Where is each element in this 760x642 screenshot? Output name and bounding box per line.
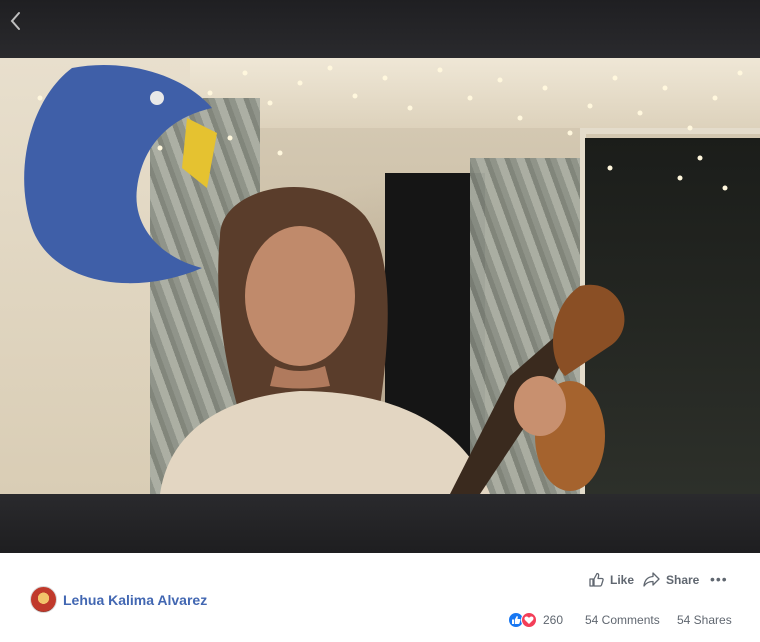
post-footer: Lehua Kalima Alvarez Like Share ••• 260 …	[0, 553, 760, 642]
back-button[interactable]	[4, 8, 26, 34]
more-options-button[interactable]: •••	[710, 571, 728, 587]
like-label: Like	[610, 573, 635, 587]
video-top-bar	[0, 0, 760, 58]
share-button[interactable]: Share	[643, 572, 699, 587]
comments-count-link[interactable]: 54 Comments	[585, 613, 660, 627]
video-player[interactable]	[0, 0, 760, 553]
person-with-ukulele	[160, 187, 625, 494]
shares-count-link[interactable]: 54 Shares	[677, 613, 732, 627]
share-label: Share	[666, 572, 700, 587]
share-arrow-icon	[643, 572, 660, 587]
reactions-summary[interactable]: 260	[508, 612, 563, 628]
thumbs-up-icon	[589, 572, 604, 587]
chevron-left-icon	[10, 12, 20, 30]
reaction-count: 260	[543, 613, 564, 627]
love-reaction-icon	[521, 612, 537, 628]
author-name-link[interactable]: Lehua Kalima Alvarez	[63, 592, 207, 608]
avatar[interactable]	[30, 586, 57, 613]
like-button[interactable]: Like	[588, 572, 634, 588]
video-frame[interactable]	[0, 58, 760, 494]
video-bottom-band	[0, 494, 760, 553]
